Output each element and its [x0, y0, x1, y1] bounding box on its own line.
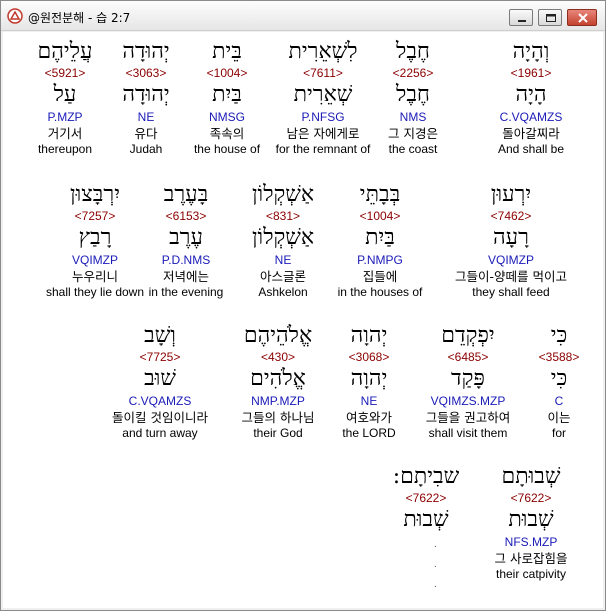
strong-number[interactable]: <7462> — [455, 209, 567, 224]
parsing-code: C.VQAMZS — [499, 110, 563, 124]
strong-number[interactable]: <6485> — [412, 350, 524, 365]
english-gloss: for the remnant of — [275, 142, 371, 156]
strong-number[interactable]: <7622> — [370, 491, 482, 506]
hebrew-word: עֲלֵיהֶם — [37, 39, 93, 64]
korean-gloss: 그들이-양떼를 먹이고 — [455, 269, 567, 284]
strong-number[interactable]: <7622> — [475, 491, 587, 506]
word-cell[interactable]: וְשָׁב <7725> שׁוּב C.VQAMZS 돌이킬 것임이니라 and tu… — [104, 322, 216, 441]
lemma-word: הָיָה — [515, 82, 547, 107]
window-title: @원전분해 - 습 2:7 — [28, 11, 131, 25]
korean-gloss: 거기서 — [47, 126, 83, 141]
close-icon — [578, 13, 588, 23]
lemma-word: עַל — [53, 82, 77, 107]
hebrew-word: יִרְעוּן — [490, 182, 532, 207]
english-gloss — [370, 567, 482, 582]
hebrew-word: יִפְקְדֵם — [441, 323, 495, 348]
interlinear-view[interactable]: וְהָיָה <1961> הָיָה C.VQAMZS 돌아갈찌라 And shall… — [3, 32, 603, 608]
close-button[interactable] — [567, 9, 597, 26]
minimize-button[interactable] — [509, 9, 533, 26]
strong-number[interactable]: <831> — [227, 209, 339, 224]
lemma-word: רָעָה — [493, 225, 529, 250]
word-cell[interactable]: לִשְׁאֵרִית <7611> שְׁאֵרִית P.NFSG 남은 자에게로 f… — [267, 38, 379, 157]
korean-gloss: 돌이킬 것임이니라 — [112, 410, 208, 425]
korean-gloss: 그들을 권고하여 — [425, 410, 511, 425]
hebrew-word: אֱלֹהֵיהֶם — [243, 323, 313, 348]
word-cell[interactable]: וְהָיָה <1961> הָיָה C.VQAMZS 돌아갈찌라 And shall… — [475, 38, 587, 157]
lemma-word: שׁוּב — [144, 366, 176, 391]
korean-gloss: 누우리니 — [71, 269, 118, 284]
strong-number[interactable]: <430> — [222, 350, 334, 365]
lemma-word: שְׁאֵרִית — [293, 82, 353, 107]
hebrew-word: שבִיתָם: — [392, 464, 460, 489]
english-gloss: shall they lie down — [45, 285, 145, 299]
parsing-code: C.VQAMZS — [128, 394, 192, 408]
minimize-icon — [518, 20, 526, 22]
parsing-code: NE — [274, 253, 292, 267]
word-cell[interactable]: שבִיתָם: <7622> שְׁבוּת — [370, 463, 482, 582]
lemma-word: אַשְׁקְלוֹן — [251, 225, 315, 250]
strong-number[interactable]: <7725> — [104, 350, 216, 365]
word-cell[interactable]: יִרְעוּן <7462> רָעָה VQIMZP 그들이-양떼를 먹이고 they… — [455, 181, 567, 300]
hebrew-word: שְׁבוּתָם — [501, 464, 561, 489]
parsing-code — [370, 535, 482, 550]
empty-gloss-markers: ... — [434, 539, 437, 590]
hebrew-word: לִשְׁאֵרִית — [288, 39, 358, 64]
parsing-code: P.NMPG — [357, 253, 403, 267]
hebrew-word: יִרְבָּצוּן — [70, 182, 120, 207]
hebrew-word: אַשְׁקְלוֹן — [251, 182, 315, 207]
parsing-code: VQIMZP — [487, 253, 534, 267]
english-gloss: and turn away — [122, 426, 198, 440]
strong-number[interactable]: <1961> — [475, 66, 587, 81]
parsing-code: NFS.MZP — [504, 535, 558, 549]
maximize-button[interactable] — [538, 9, 562, 26]
lemma-word: שְׁבוּת — [508, 507, 554, 532]
english-gloss: their God — [253, 426, 303, 440]
lemma-word: שְׁבוּת — [403, 507, 449, 532]
hebrew-word: וְשָׁב — [144, 323, 176, 348]
korean-gloss: 아스글론 — [259, 269, 306, 284]
main-window: @원전분해 - 습 2:7 וְהָיָה <1961> הָיָה C.VQAMZS… — [0, 0, 606, 611]
english-gloss: they shall feed — [472, 285, 550, 299]
word-cell[interactable]: בְּבָתֵּי <1004> בַּיִת P.NMPG 집들에 in the hou… — [324, 181, 436, 300]
strong-number[interactable]: <1004> — [324, 209, 436, 224]
word-cell[interactable]: יִרְבָּצוּן <7257> רָבַץ VQIMZP 누우리니 shall th… — [39, 181, 151, 300]
word-cell[interactable]: אַשְׁקְלוֹן <831> אַשְׁקְלוֹן NE 아스글론 Ashkelo… — [227, 181, 339, 300]
title-bar[interactable]: @원전분해 - 습 2:7 — [1, 1, 605, 31]
lemma-word: פָּקַד — [451, 366, 485, 391]
english-gloss: Ashkelon — [258, 285, 308, 299]
strong-number[interactable]: <7257> — [39, 209, 151, 224]
strong-number[interactable]: <7611> — [267, 66, 379, 81]
parsing-code: P.MZP — [47, 110, 83, 124]
parsing-code: VQIMZS.MZP — [430, 394, 506, 408]
lemma-word: בַּיִת — [365, 225, 395, 250]
word-cell[interactable]: יִפְקְדֵם <6485> פָּקַד VQIMZS.MZP 그들을 권고하여 s… — [412, 322, 524, 441]
strong-number[interactable]: <5921> — [9, 66, 121, 81]
korean-gloss: 남은 자에게로 — [286, 126, 360, 141]
korean-gloss — [370, 550, 482, 567]
english-gloss: And shall be — [497, 142, 565, 156]
app-icon — [7, 8, 23, 24]
word-cell[interactable]: אֱלֹהֵיהֶם <430> אֱלֹהִים NMP.MZP 그들의 하나님 the… — [222, 322, 334, 441]
maximize-icon — [546, 14, 556, 22]
lemma-word: אֱלֹהִים — [250, 366, 306, 391]
english-gloss: shall visit them — [428, 426, 508, 440]
english-gloss: their catpivity — [495, 567, 567, 581]
english-gloss: in the houses of — [337, 285, 423, 299]
hebrew-word: בְּבָתֵּי — [359, 182, 401, 207]
parsing-code: P.NFSG — [301, 110, 345, 124]
korean-gloss: 집들에 — [362, 269, 398, 284]
parsing-code: NMP.MZP — [251, 394, 305, 408]
korean-gloss: 그 사로잡힘을 — [494, 551, 568, 566]
english-gloss: thereupon — [37, 142, 93, 156]
word-cell[interactable]: שְׁבוּתָם <7622> שְׁבוּת NFS.MZP 그 사로잡힘을 thei… — [475, 463, 587, 582]
korean-gloss: 그들의 하나님 — [241, 410, 315, 425]
lemma-word: רָבַץ — [78, 225, 112, 250]
korean-gloss: 돌아갈찌라 — [502, 126, 560, 141]
word-cell[interactable]: עֲלֵיהֶם <5921> עַל P.MZP 거기서 thereupon — [9, 38, 121, 157]
hebrew-word: וְהָיָה — [512, 39, 550, 64]
parsing-code: VQIMZP — [71, 253, 118, 267]
